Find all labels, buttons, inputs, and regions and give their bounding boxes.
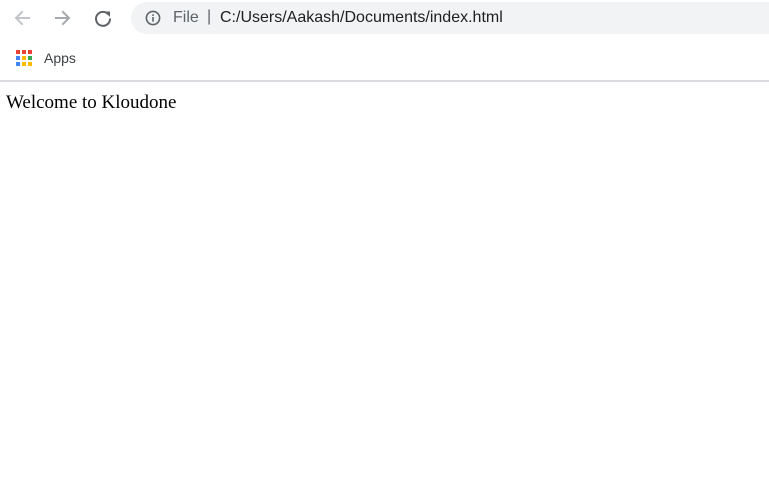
forward-button[interactable] [50,5,76,31]
address-bar[interactable]: File | C:/Users/Aakash/Documents/index.h… [131,2,769,34]
reload-button[interactable] [90,5,116,31]
reload-icon [95,10,112,27]
arrow-right-icon [55,10,71,26]
browser-toolbar: File | C:/Users/Aakash/Documents/index.h… [0,0,769,37]
bookmark-apps[interactable]: Apps [10,46,82,70]
bookmark-apps-label: Apps [44,50,76,66]
page-viewport: Welcome to Kloudone [0,82,769,489]
arrow-left-icon [14,10,30,26]
info-icon[interactable] [145,10,161,26]
url-scheme-label: File [173,9,199,26]
back-button[interactable] [9,5,35,31]
url-scheme-separator: | [207,8,212,25]
url-text[interactable]: C:/Users/Aakash/Documents/index.html [220,8,503,28]
page-body-text: Welcome to Kloudone [6,92,177,113]
bookmarks-bar: Apps [0,37,769,82]
apps-grid-icon [16,49,33,67]
